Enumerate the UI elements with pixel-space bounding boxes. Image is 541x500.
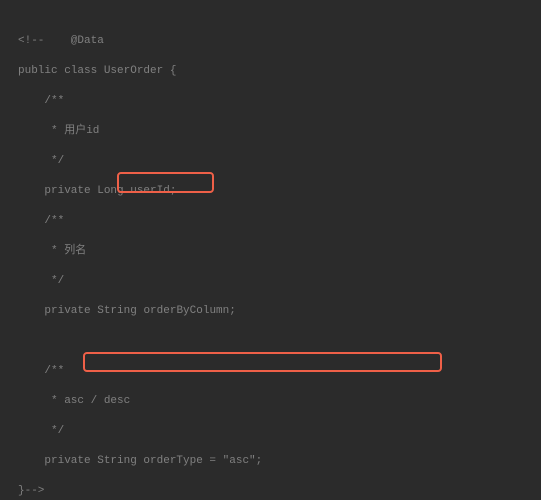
code-line: * 列名 bbox=[18, 244, 541, 259]
type: String bbox=[97, 304, 143, 319]
doc: /** bbox=[18, 364, 64, 379]
code-line: /** bbox=[18, 94, 541, 109]
doc: */ bbox=[18, 274, 64, 289]
code-line: /** bbox=[18, 214, 541, 229]
comment-text: <!-- @Data bbox=[18, 34, 104, 49]
ident: UserOrder { bbox=[104, 64, 177, 79]
code-line: private Long userId; bbox=[18, 184, 541, 199]
doc: * 用户id bbox=[18, 124, 99, 139]
doc: /** bbox=[18, 94, 64, 109]
code-line: * asc / desc bbox=[18, 394, 541, 409]
doc: * 列名 bbox=[18, 244, 86, 259]
kw: private bbox=[18, 304, 97, 319]
code-line: private String orderType = "asc"; bbox=[18, 454, 541, 469]
doc: */ bbox=[18, 424, 64, 439]
code-line: public class UserOrder { bbox=[18, 64, 541, 79]
str: "asc" bbox=[223, 454, 256, 469]
doc: * asc / desc bbox=[18, 394, 130, 409]
kw: private bbox=[18, 454, 97, 469]
type: Long userId; bbox=[97, 184, 176, 199]
ident: orderByColumn; bbox=[143, 304, 235, 319]
code-line: <!-- @Data bbox=[18, 34, 541, 49]
kw: public class bbox=[18, 64, 104, 79]
code-editor[interactable]: <!-- @Data public class UserOrder { /** … bbox=[0, 0, 541, 500]
code-line: */ bbox=[18, 424, 541, 439]
code-line: }--> bbox=[18, 484, 541, 499]
close: }--> bbox=[18, 484, 44, 499]
code-line: /** bbox=[18, 364, 541, 379]
doc: */ bbox=[18, 154, 64, 169]
code-line: */ bbox=[18, 274, 541, 289]
code-line: * 用户id bbox=[18, 124, 541, 139]
kw: private bbox=[18, 184, 97, 199]
semi: ; bbox=[256, 454, 263, 469]
code-line: */ bbox=[18, 154, 541, 169]
type: String orderType = bbox=[97, 454, 222, 469]
code-line bbox=[18, 334, 541, 349]
doc: /** bbox=[18, 214, 64, 229]
code-line: private String orderByColumn; bbox=[18, 304, 541, 319]
